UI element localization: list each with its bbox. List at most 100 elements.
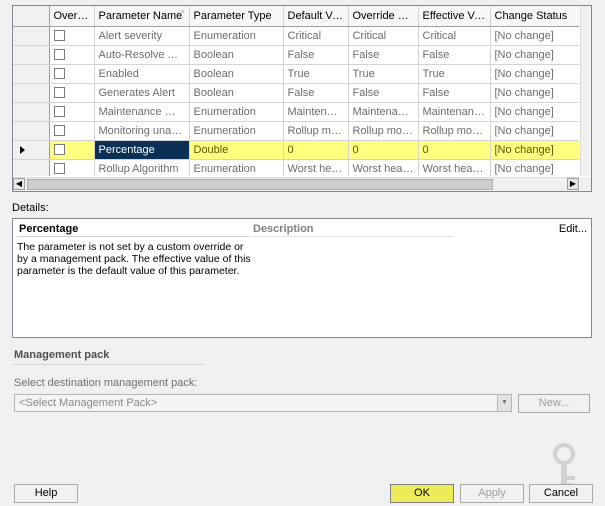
details-text: The parameter is not set by a custom ove…	[17, 241, 251, 277]
default-value-cell: Rollup monit...	[283, 121, 349, 141]
table-row-selected[interactable]: Percentage Double 0 0 0 [No change]	[13, 140, 579, 160]
column-header-parameter-name[interactable]: Parameter Name ^	[94, 6, 190, 27]
table-row[interactable]: Monitoring unavaila... Enumeration Rollu…	[13, 121, 579, 141]
effective-value-cell: Rollup monitor...	[418, 121, 491, 141]
column-header-parameter-type[interactable]: Parameter Type	[189, 6, 284, 27]
override-checkbox[interactable]	[53, 163, 65, 175]
table-row[interactable]: Auto-Resolve Alert Boolean False False F…	[13, 45, 579, 65]
override-checkbox-cell[interactable]	[49, 102, 95, 122]
override-value-cell[interactable]: Critical	[348, 26, 419, 46]
parameter-name-cell[interactable]: Enabled	[94, 64, 190, 84]
override-checkbox[interactable]	[53, 125, 65, 137]
override-checkbox-cell[interactable]	[49, 64, 95, 84]
effective-value-cell: Worst health s...	[418, 159, 491, 176]
change-status-cell: [No change]	[490, 83, 579, 103]
effective-value-cell: False	[418, 83, 491, 103]
row-header[interactable]	[13, 121, 50, 141]
override-value-cell[interactable]: True	[348, 64, 419, 84]
description-header: Description	[253, 223, 314, 235]
row-header[interactable]	[13, 64, 50, 84]
override-checkbox[interactable]	[53, 68, 65, 80]
column-header-default-value[interactable]: Default Value	[283, 6, 349, 27]
table-row[interactable]: Rollup Algorithm Enumeration Worst healt…	[13, 159, 579, 176]
change-status-cell: [No change]	[490, 102, 579, 122]
edit-link[interactable]: Edit...	[559, 223, 587, 235]
row-header[interactable]	[13, 26, 50, 46]
change-status-cell: [No change]	[490, 45, 579, 65]
override-checkbox[interactable]	[53, 30, 65, 42]
override-checkbox-cell[interactable]	[49, 26, 95, 46]
override-checkbox[interactable]	[53, 106, 65, 118]
management-pack-select[interactable]: <Select Management Pack> ▼	[14, 394, 512, 412]
parameter-type-cell: Boolean	[189, 64, 284, 84]
management-pack-divider	[14, 364, 204, 365]
table-row[interactable]: Alert severity Enumeration Critical Crit…	[13, 26, 579, 46]
table-row[interactable]: Generates Alert Boolean False False Fals…	[13, 83, 579, 103]
override-checkbox-cell[interactable]	[49, 140, 95, 160]
override-checkbox-cell[interactable]	[49, 83, 95, 103]
change-status-cell: [No change]	[490, 159, 579, 176]
vertical-scrollbar[interactable]	[580, 6, 591, 176]
description-divider	[253, 236, 453, 237]
default-value-cell: False	[283, 83, 349, 103]
override-value-cell[interactable]: False	[348, 45, 419, 65]
override-checkbox[interactable]	[53, 87, 65, 99]
default-value-cell: Worst health...	[283, 159, 349, 176]
row-header[interactable]	[13, 45, 50, 65]
change-status-cell: [No change]	[490, 121, 579, 141]
details-divider	[17, 236, 249, 237]
help-button[interactable]: Help	[14, 484, 78, 503]
row-header[interactable]	[13, 159, 50, 176]
override-checkbox[interactable]	[53, 144, 65, 156]
parameter-name-cell[interactable]: Monitoring unavaila...	[94, 121, 190, 141]
row-header[interactable]	[13, 102, 50, 122]
override-checkbox-cell[interactable]	[49, 159, 95, 176]
parameter-type-cell: Boolean	[189, 45, 284, 65]
horizontal-scrollbar[interactable]: ◀ ▶	[13, 177, 579, 191]
parameter-type-cell: Enumeration	[189, 121, 284, 141]
column-header-override-value[interactable]: Override Value	[348, 6, 419, 27]
override-value-cell[interactable]: Worst health ...	[348, 159, 419, 176]
effective-value-cell: True	[418, 64, 491, 84]
default-value-cell: Critical	[283, 26, 349, 46]
table-row[interactable]: Maintenance mode Enumeration Maintenanc.…	[13, 102, 579, 122]
cancel-button[interactable]: Cancel	[529, 484, 593, 503]
parameter-name-cell[interactable]: Alert severity	[94, 26, 190, 46]
override-value-cell[interactable]: False	[348, 83, 419, 103]
row-header[interactable]	[13, 83, 50, 103]
override-checkbox-cell[interactable]	[49, 121, 95, 141]
apply-button[interactable]: Apply	[460, 484, 524, 503]
table-row[interactable]: Enabled Boolean True True True [No chang…	[13, 64, 579, 84]
parameter-name-cell[interactable]: Maintenance mode	[94, 102, 190, 122]
management-pack-heading: Management pack	[14, 349, 110, 361]
override-value-cell[interactable]: Maintenance ...	[348, 102, 419, 122]
column-header-override[interactable]: Override	[49, 6, 95, 27]
scroll-left-icon[interactable]: ◀	[13, 178, 25, 190]
overrides-grid: Override Parameter Name ^ Parameter Type …	[12, 5, 592, 192]
dropdown-arrow-icon[interactable]: ▼	[497, 395, 511, 411]
effective-value-cell: 0	[418, 140, 491, 160]
row-header[interactable]	[13, 140, 50, 160]
parameter-type-cell: Enumeration	[189, 102, 284, 122]
horizontal-scroll-thumb[interactable]	[27, 179, 493, 190]
change-status-cell: [No change]	[490, 140, 579, 160]
change-status-cell: [No change]	[490, 64, 579, 84]
parameter-name-cell[interactable]: Generates Alert	[94, 83, 190, 103]
override-value-cell[interactable]: 0	[348, 140, 419, 160]
ok-button[interactable]: OK	[390, 484, 454, 503]
parameter-name-cell[interactable]: Auto-Resolve Alert	[94, 45, 190, 65]
effective-value-cell: Critical	[418, 26, 491, 46]
column-header-change-status[interactable]: Change Status	[490, 6, 579, 27]
scroll-right-icon[interactable]: ▶	[567, 178, 579, 190]
parameter-name-cell[interactable]: Percentage	[94, 140, 190, 160]
override-checkbox[interactable]	[53, 49, 65, 61]
column-header-effective-value[interactable]: Effective Value	[418, 6, 491, 27]
override-value-cell[interactable]: Rollup monito...	[348, 121, 419, 141]
effective-value-cell: Maintenance ...	[418, 102, 491, 122]
parameter-type-cell: Boolean	[189, 83, 284, 103]
scrollbar-corner	[580, 177, 591, 191]
sort-ascending-icon: ^	[180, 9, 185, 18]
parameter-name-cell[interactable]: Rollup Algorithm	[94, 159, 190, 176]
override-checkbox-cell[interactable]	[49, 45, 95, 65]
new-management-pack-button[interactable]: New...	[518, 394, 590, 413]
